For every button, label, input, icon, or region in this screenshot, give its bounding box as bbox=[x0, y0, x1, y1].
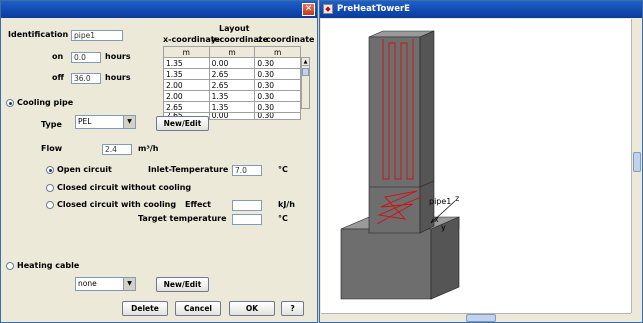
scroll-thumb[interactable] bbox=[302, 68, 309, 76]
z-axis-label: z bbox=[455, 194, 459, 203]
unit-cell: m bbox=[254, 46, 301, 58]
y-axis-label: y bbox=[441, 223, 446, 232]
pipe-label: pipe1 bbox=[429, 197, 451, 206]
table-cell[interactable]: 0.30 bbox=[254, 68, 301, 80]
off-unit: hours bbox=[105, 73, 131, 82]
closed-with-cooling-radio[interactable] bbox=[46, 201, 54, 209]
table-cell[interactable]: 0.30 bbox=[254, 112, 301, 120]
closed-no-cooling-radio[interactable] bbox=[46, 184, 54, 192]
app-icon: ◆ bbox=[323, 4, 333, 14]
table-cell[interactable]: 0.00 bbox=[208, 57, 256, 69]
table-cell[interactable]: 2.65 bbox=[208, 68, 256, 80]
x-axis-label: x bbox=[434, 215, 439, 224]
layout-title: Layout bbox=[219, 24, 250, 33]
off-label: off bbox=[52, 73, 64, 82]
unit-cell: m bbox=[208, 46, 256, 58]
new-edit-type-button[interactable]: New/Edit bbox=[156, 116, 209, 131]
base-front-face bbox=[340, 228, 432, 300]
table-cell[interactable]: 0.30 bbox=[254, 57, 301, 69]
table-cell[interactable]: 0.30 bbox=[254, 101, 301, 113]
table-row[interactable]: 2.00 1.35 0.30 bbox=[163, 90, 301, 102]
effect-unit: kJ/h bbox=[278, 200, 295, 209]
off-field[interactable]: 36.0 bbox=[71, 73, 101, 84]
viewer-window: ◆ PreHeatTowerE pipe1 z x y bbox=[319, 0, 643, 323]
table-cell[interactable]: 1.35 bbox=[208, 101, 256, 113]
scroll-thumb[interactable] bbox=[633, 152, 641, 172]
table-cell[interactable]: 0.30 bbox=[254, 90, 301, 102]
table-cell[interactable]: 0.00 bbox=[208, 112, 256, 120]
heating-value: none bbox=[78, 279, 97, 288]
chevron-down-icon[interactable]: ▼ bbox=[123, 278, 135, 290]
tower-front-face bbox=[368, 36, 421, 234]
table-cell[interactable]: 1.35 bbox=[163, 68, 210, 80]
identification-field[interactable]: pipe1 bbox=[71, 30, 123, 41]
inlet-temp-field[interactable]: 7.0 bbox=[232, 165, 262, 176]
close-icon[interactable]: ✕ bbox=[302, 3, 315, 16]
table-cell[interactable]: 2.00 bbox=[163, 79, 210, 91]
type-select[interactable]: PEL ▼ bbox=[75, 115, 136, 129]
open-circuit-radio[interactable] bbox=[46, 166, 54, 174]
unit-cell: m bbox=[163, 46, 210, 58]
table-scrollbar[interactable]: ▲ bbox=[301, 57, 310, 109]
pipe-dialog: ✕ Identification pipe1 on 0.0 hours off … bbox=[0, 0, 318, 323]
table-cell[interactable]: 2.65 bbox=[208, 79, 256, 91]
layout-col-z: z-coordinate bbox=[258, 35, 315, 44]
inlet-temp-label: Inlet-Temperature bbox=[148, 165, 229, 174]
cooling-pipe-radio[interactable] bbox=[6, 99, 14, 107]
scroll-thumb[interactable] bbox=[466, 314, 496, 322]
viewer-vscrollbar[interactable] bbox=[631, 19, 642, 313]
on-label: on bbox=[52, 52, 64, 61]
on-field[interactable]: 0.0 bbox=[71, 52, 101, 63]
dialog-titlebar[interactable]: ✕ bbox=[1, 1, 317, 18]
layout-table[interactable]: m m m 1.35 0.00 0.30 1.35 2.65 0.30 2.00… bbox=[163, 46, 301, 120]
viewer-title: PreHeatTowerE bbox=[337, 4, 410, 14]
closed-with-cooling-label: Closed circuit with cooling bbox=[57, 200, 177, 209]
target-temp-field[interactable] bbox=[232, 214, 262, 225]
ok-button[interactable]: OK bbox=[229, 301, 275, 316]
table-cell[interactable]: 1.35 bbox=[208, 90, 256, 102]
target-temp-unit: °C bbox=[278, 214, 288, 223]
target-temp-label: Target temperature bbox=[138, 214, 227, 223]
effect-field[interactable] bbox=[232, 200, 262, 211]
tower-model[interactable]: pipe1 z x y bbox=[321, 19, 631, 313]
help-button[interactable]: ? bbox=[281, 301, 304, 316]
identification-label: Identification bbox=[8, 30, 69, 39]
table-row: m m m bbox=[163, 46, 301, 58]
type-label: Type bbox=[41, 120, 62, 129]
cancel-button[interactable]: Cancel bbox=[175, 301, 221, 316]
effect-label: Effect bbox=[185, 200, 211, 209]
table-cell[interactable]: 0.30 bbox=[254, 79, 301, 91]
closed-no-cooling-label: Closed circuit without cooling bbox=[57, 183, 192, 192]
flow-unit: m³/h bbox=[138, 144, 159, 153]
viewer-canvas[interactable]: pipe1 z x y bbox=[321, 19, 631, 313]
flow-label: Flow bbox=[41, 144, 63, 153]
cooling-pipe-label: Cooling pipe bbox=[17, 98, 74, 107]
new-edit-heating-button[interactable]: New/Edit bbox=[156, 277, 209, 292]
inlet-temp-unit: °C bbox=[278, 165, 288, 174]
table-cell[interactable]: 2.00 bbox=[163, 90, 210, 102]
table-cell[interactable]: 1.35 bbox=[163, 57, 210, 69]
table-row[interactable]: 2.65 1.35 0.30 bbox=[163, 101, 301, 113]
type-value: PEL bbox=[78, 117, 92, 126]
viewer-hscrollbar[interactable] bbox=[321, 313, 631, 322]
heating-cable-radio[interactable] bbox=[6, 262, 14, 270]
on-unit: hours bbox=[105, 52, 131, 61]
heating-cable-label: Heating cable bbox=[17, 261, 80, 270]
heating-select[interactable]: none ▼ bbox=[75, 277, 136, 291]
table-row[interactable]: 2.00 2.65 0.30 bbox=[163, 79, 301, 91]
table-cell[interactable]: 2.65 bbox=[163, 101, 210, 113]
chevron-down-icon[interactable]: ▼ bbox=[123, 116, 135, 128]
table-row[interactable]: 1.35 0.00 0.30 bbox=[163, 57, 301, 69]
flow-field[interactable]: 2.4 bbox=[102, 144, 132, 155]
scroll-up-icon[interactable]: ▲ bbox=[302, 58, 309, 66]
viewer-titlebar[interactable]: ◆ PreHeatTowerE bbox=[320, 1, 642, 18]
delete-button[interactable]: Delete bbox=[122, 301, 168, 316]
open-circuit-label: Open circuit bbox=[57, 165, 112, 174]
table-row[interactable]: 1.35 2.65 0.30 bbox=[163, 68, 301, 80]
